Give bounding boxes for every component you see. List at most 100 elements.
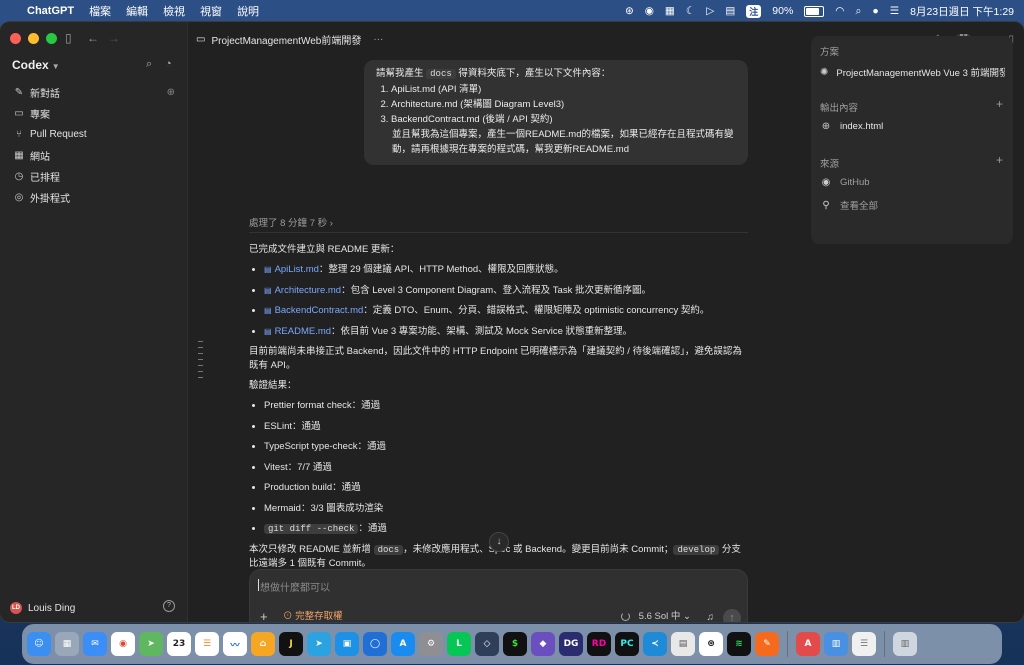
home-icon[interactable]: ⌂ [251, 632, 275, 656]
user-profile[interactable]: LD Louis Ding [10, 602, 75, 614]
add-circle-icon[interactable]: ⊕ [167, 87, 175, 98]
add-attachment-icon[interactable]: + [260, 609, 268, 622]
chatgpt-icon[interactable]: ⊛ [699, 632, 723, 656]
menu-edit[interactable]: 編輯 [126, 3, 148, 19]
dev-icon[interactable]: ◇ [475, 632, 499, 656]
menu-app-name[interactable]: ChatGPT [27, 5, 74, 17]
webex-icon[interactable]: ◯ [363, 632, 387, 656]
menu-view[interactable]: 檢視 [163, 3, 185, 19]
avatar: LD [10, 602, 22, 614]
message-input[interactable]: 想做什麼都可以 [258, 579, 330, 594]
sidebar-item-sites[interactable]: ▦ 網站 [0, 145, 187, 166]
more-options-icon[interactable]: ··· [373, 34, 383, 45]
archive-icon[interactable]: ▥ [824, 632, 848, 656]
workspace-selector[interactable]: Codex ▼ [12, 58, 60, 72]
project-header[interactable]: ▭ ProjectManagementWeb前端開發 ··· [196, 32, 383, 47]
search-icon[interactable]: ⌕ [855, 5, 861, 18]
file-link[interactable]: ApiList.md [275, 264, 319, 275]
view-all-link[interactable]: ⚲ 查看全部 [820, 198, 1005, 213]
menu-help[interactable]: 說明 [237, 3, 259, 19]
folder-icon: ▭ [14, 108, 24, 119]
app-store-icon[interactable]: A [391, 632, 415, 656]
chatgpt-status-icon[interactable]: ⊛ [625, 5, 634, 17]
scroll-down-button[interactable]: ↓ [489, 532, 509, 552]
clipboard-icon[interactable]: ▤ [725, 5, 735, 17]
user-message-intro: 請幫我產生 docs 得資料夾底下，產生以下文件內容： [376, 68, 611, 79]
zoom-window-button[interactable] [46, 33, 57, 44]
telegram-icon[interactable]: ➤ [307, 632, 331, 656]
processing-time-toggle[interactable]: 處理了 8 分鐘 7 秒 › [249, 215, 333, 229]
jetbrains-icon[interactable]: J [279, 632, 303, 656]
sidebar-item-label: 已排程 [30, 173, 60, 184]
control-center-icon[interactable]: ☰ [890, 5, 899, 17]
search-icon[interactable]: ⌕ [146, 58, 152, 71]
terminal-icon[interactable]: $ [503, 632, 527, 656]
close-window-button[interactable] [10, 33, 21, 44]
forward-arrow-icon[interactable]: → [108, 31, 120, 45]
back-arrow-icon[interactable]: ← [87, 31, 99, 45]
docker-icon[interactable]: ▣ [335, 632, 359, 656]
model-selector[interactable]: 5.6 Sol 中 ⌄ [639, 608, 691, 622]
add-source-icon[interactable]: + [996, 153, 1003, 167]
bell-icon[interactable]: ◔ [165, 58, 172, 70]
send-button[interactable]: ↑ [723, 609, 741, 622]
minimize-window-button[interactable] [28, 33, 39, 44]
file-link[interactable]: Architecture.md [275, 285, 342, 296]
chrome-icon[interactable]: ◉ [111, 632, 135, 656]
menu-window[interactable]: 視窗 [200, 3, 222, 19]
obsidian-icon[interactable]: ◆ [531, 632, 555, 656]
acrobat-icon[interactable]: A [796, 632, 820, 656]
message-composer[interactable]: 想做什麼都可以 + ⊙ 完整存取權 5.6 Sol 中 ⌄ ♫ ↑ [249, 569, 748, 622]
sidebar-item-label: 新對話 [30, 89, 60, 100]
pages-icon[interactable]: ✎ [755, 632, 779, 656]
chevron-down-icon: ⌄ [683, 611, 691, 622]
battery-icon[interactable] [804, 5, 825, 17]
sidebar-item-pull-request[interactable]: ⑂ Pull Request [0, 124, 187, 145]
inline-code: develop [673, 544, 720, 555]
sidebar-item-plugins[interactable]: ◎ 外掛程式 [0, 187, 187, 208]
help-icon[interactable]: ? [163, 600, 175, 612]
datagrip-icon[interactable]: DG [559, 632, 583, 656]
menu-datetime[interactable]: 8月23日週日 下午1:29 [910, 4, 1014, 19]
access-level-button[interactable]: ⊙ 完整存取權 [283, 608, 343, 622]
calendar-icon[interactable]: 23 [167, 632, 191, 656]
notes-icon[interactable]: ☰ [852, 632, 876, 656]
wifi-icon[interactable]: ◠ [835, 5, 844, 17]
menu-file[interactable]: 檔案 [89, 3, 111, 19]
preview-icon[interactable]: ▤ [671, 632, 695, 656]
sidebar-item-new-chat[interactable]: ✎ 新對話 ⊕ [0, 82, 187, 103]
input-method-badge[interactable]: 注 [746, 4, 762, 18]
launchpad-icon[interactable]: ▦ [55, 632, 79, 656]
rider-icon[interactable]: RD [587, 632, 611, 656]
plan-item[interactable]: ✺ ProjectManagementWeb Vue 3 前端開發 [820, 65, 1005, 80]
finder-icon[interactable]: ☺ [27, 632, 51, 656]
moon-icon[interactable]: ☾ [686, 5, 695, 17]
sidebar-toggle-icon[interactable]: ▯ [65, 31, 72, 45]
file-link[interactable]: README.md [275, 326, 331, 337]
play-icon[interactable]: ▷ [706, 5, 714, 17]
add-output-icon[interactable]: + [996, 97, 1003, 111]
file-link[interactable]: BackendContract.md [275, 305, 364, 316]
mail-icon[interactable]: ✉ [83, 632, 107, 656]
spotify-icon[interactable]: ≋ [727, 632, 751, 656]
reminders-icon[interactable]: ☰ [195, 632, 219, 656]
source-item[interactable]: ◉ GitHub [820, 177, 1005, 188]
freeform-icon[interactable]: 〰 [223, 632, 247, 656]
output-item[interactable]: ⊕ index.html [820, 121, 1005, 132]
system-settings-icon[interactable]: ⚙ [419, 632, 443, 656]
vscode-icon[interactable]: ≺ [643, 632, 667, 656]
scroll-indicator[interactable] [198, 341, 203, 383]
line-icon[interactable]: L [447, 632, 471, 656]
line-status-icon[interactable]: ◉ [645, 5, 654, 17]
microphone-icon[interactable]: ♫ [707, 612, 715, 622]
file-icon: ▤ [264, 326, 272, 336]
maps-icon[interactable]: ➤ [139, 632, 163, 656]
pycharm-icon[interactable]: PC [615, 632, 639, 656]
sidebar-item-scheduled[interactable]: ◷ 已排程 [0, 166, 187, 187]
trash-icon[interactable]: ▥ [893, 632, 917, 656]
user-status-icon[interactable]: ● [872, 5, 878, 17]
warning-icon: ⊙ [283, 611, 293, 622]
calendar-status-icon[interactable]: ▦ [665, 5, 675, 17]
inline-code: docs [426, 69, 456, 79]
sidebar-item-projects[interactable]: ▭ 專案 [0, 103, 187, 124]
